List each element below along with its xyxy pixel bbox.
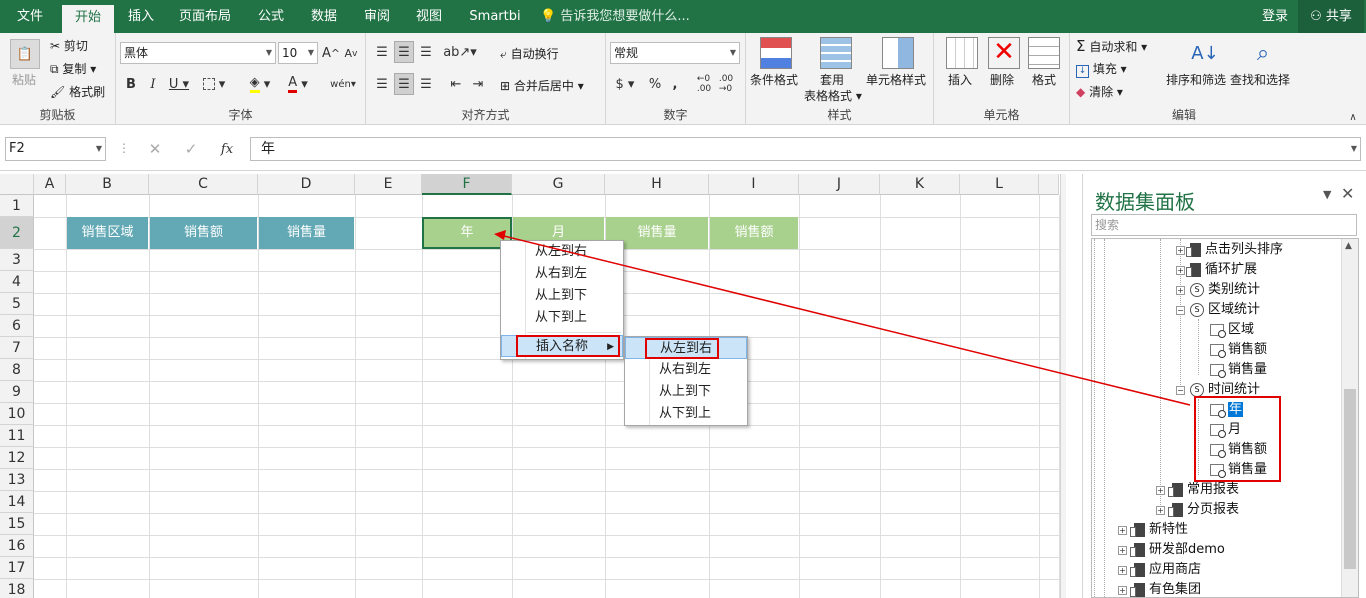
annotation-arrow: [494, 230, 1191, 406]
arrow-head-icon: [494, 230, 506, 240]
arrow-line: [499, 234, 1191, 406]
